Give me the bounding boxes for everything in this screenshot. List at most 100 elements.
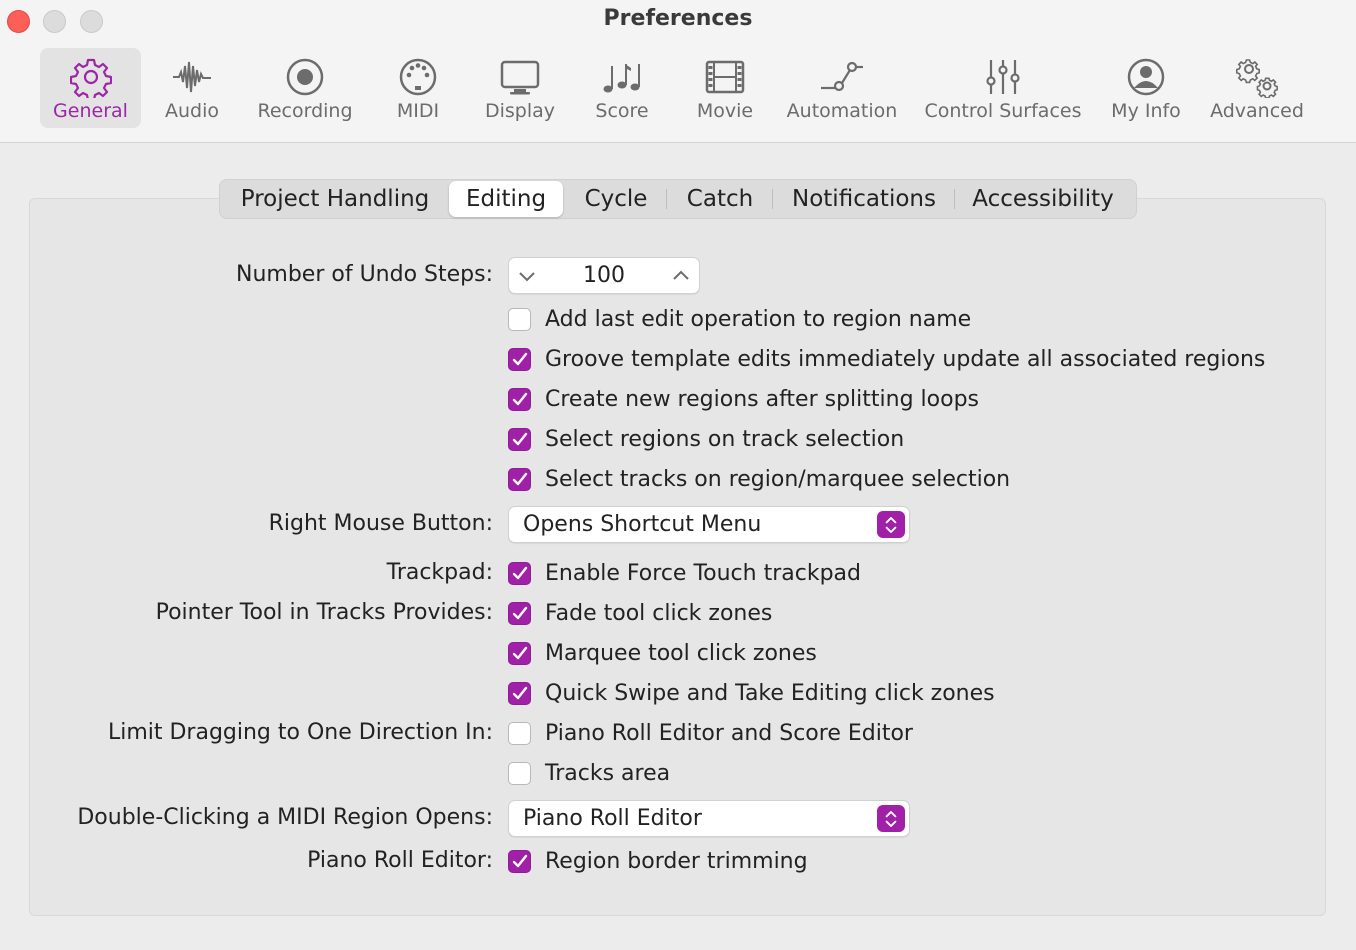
toolbar-label-control-surfaces: Control Surfaces — [924, 100, 1082, 122]
toolbar-item-automation[interactable]: Automation — [782, 48, 902, 128]
checkbox-region-border-trimming[interactable]: Region border trimming — [508, 848, 808, 874]
user-circle-icon — [1127, 58, 1165, 96]
checkbox-label: Quick Swipe and Take Editing click zones — [545, 680, 995, 706]
checkbox-label: Select regions on track selection — [545, 426, 905, 452]
checkbox-label: Add last edit operation to region name — [545, 306, 972, 332]
checkmark-icon — [512, 686, 528, 699]
waveform-icon — [173, 61, 211, 93]
tab-accessibility[interactable]: Accessibility — [961, 180, 1125, 218]
checkbox-tracks-area[interactable]: Tracks area — [508, 760, 670, 786]
toolbar-item-control-surfaces[interactable]: Control Surfaces — [918, 48, 1088, 128]
gear-icon — [69, 58, 112, 98]
toolbar-label-midi: MIDI — [396, 100, 440, 122]
checkbox-checked[interactable] — [508, 467, 531, 491]
checkmark-icon — [512, 854, 528, 867]
checkbox-unchecked[interactable] — [508, 721, 531, 745]
checkbox-label: Marquee tool click zones — [545, 640, 817, 666]
toolbar-label-score: Score — [595, 100, 649, 122]
toolbar-item-display[interactable]: Display — [475, 48, 565, 128]
checkbox-groove-template[interactable]: Groove template edits immediately update… — [508, 346, 1265, 372]
checkbox-label: Region border trimming — [545, 848, 808, 874]
checkbox-select-regions[interactable]: Select regions on track selection — [508, 426, 904, 452]
toolbar-item-my-info[interactable]: My Info — [1106, 48, 1186, 128]
checkbox-checked[interactable] — [508, 427, 531, 451]
checkbox-label: Tracks area — [545, 760, 671, 786]
toolbar-item-general[interactable]: General — [40, 48, 141, 128]
double-click-value: Piano Roll Editor — [523, 806, 702, 831]
checkbox-add-last-edit[interactable]: Add last edit operation to region name — [508, 306, 971, 332]
checkbox-checked[interactable] — [508, 387, 531, 411]
trackpad-label: Trackpad: — [386, 560, 493, 585]
checkbox-label: Select tracks on region/marquee selectio… — [545, 466, 1011, 492]
toolbar-label-recording: Recording — [257, 100, 353, 122]
checkbox-label: Enable Force Touch trackpad — [545, 560, 861, 586]
chevron-down-icon[interactable] — [517, 266, 537, 286]
tab-notifications[interactable]: Notifications — [780, 180, 948, 218]
toolbar-item-audio[interactable]: Audio — [152, 48, 232, 128]
toolbar-item-recording[interactable]: Recording — [250, 48, 360, 128]
tab-project-handling[interactable]: Project Handling — [224, 180, 446, 218]
toolbar-item-movie[interactable]: Movie — [686, 48, 764, 128]
monitor-icon — [500, 60, 540, 95]
toolbar-label-audio: Audio — [164, 100, 219, 122]
toolbar-label-movie: Movie — [696, 100, 754, 122]
toolbar-item-advanced[interactable]: Advanced — [1204, 48, 1310, 128]
toolbar-item-midi[interactable]: MIDI — [383, 48, 453, 128]
pointer-tool-label: Pointer Tool in Tracks Provides: — [155, 600, 493, 625]
popup-arrows-icon[interactable] — [877, 511, 905, 538]
double-click-label: Double-Clicking a MIDI Region Opens: — [77, 805, 493, 830]
right-mouse-popup[interactable]: Opens Shortcut Menu — [508, 506, 910, 543]
undo-steps-stepper[interactable]: 100 — [508, 257, 700, 294]
checkbox-create-new-regions[interactable]: Create new regions after splitting loops — [508, 386, 979, 412]
checkbox-unchecked[interactable] — [508, 761, 531, 785]
film-icon — [705, 60, 745, 94]
window-title: Preferences — [603, 6, 753, 31]
preferences-window: Preferences General Audio Recording MIDI… — [0, 0, 1356, 950]
undo-steps-label: Number of Undo Steps: — [236, 262, 493, 287]
right-mouse-label: Right Mouse Button: — [268, 511, 493, 536]
checkbox-checked[interactable] — [508, 561, 531, 585]
tab-cycle[interactable]: Cycle — [573, 180, 659, 218]
checkbox-checked[interactable] — [508, 601, 531, 625]
checkmark-icon — [512, 606, 528, 619]
gears-icon — [1236, 59, 1278, 98]
chevron-up-icon[interactable] — [671, 266, 691, 286]
checkbox-checked[interactable] — [508, 347, 531, 371]
checkbox-force-touch[interactable]: Enable Force Touch trackpad — [508, 560, 861, 586]
popup-arrows-icon[interactable] — [877, 805, 905, 832]
checkmark-icon — [512, 472, 528, 485]
checkbox-fade-tool[interactable]: Fade tool click zones — [508, 600, 772, 626]
toolbar-label-automation: Automation — [786, 100, 898, 122]
record-icon — [286, 58, 324, 96]
checkbox-unchecked[interactable] — [508, 307, 531, 331]
tab-divider — [954, 189, 955, 209]
checkmark-icon — [512, 352, 528, 365]
piano-roll-editor-label: Piano Roll Editor: — [307, 848, 493, 873]
toolbar-label-advanced: Advanced — [1210, 100, 1304, 122]
checkbox-label: Groove template edits immediately update… — [545, 346, 1266, 372]
checkbox-quick-swipe[interactable]: Quick Swipe and Take Editing click zones — [508, 680, 995, 706]
checkmark-icon — [512, 566, 528, 579]
checkbox-checked[interactable] — [508, 849, 531, 873]
checkbox-checked[interactable] — [508, 641, 531, 665]
undo-steps-value[interactable]: 100 — [549, 258, 659, 293]
checkbox-label: Piano Roll Editor and Score Editor — [545, 720, 913, 746]
music-notes-icon — [603, 64, 640, 93]
checkbox-select-tracks[interactable]: Select tracks on region/marquee selectio… — [508, 466, 1010, 492]
toolbar-label-general: General — [53, 100, 128, 122]
double-click-popup[interactable]: Piano Roll Editor — [508, 800, 910, 837]
toolbar-item-score[interactable]: Score — [584, 48, 660, 128]
right-mouse-value: Opens Shortcut Menu — [523, 512, 762, 537]
checkbox-checked[interactable] — [508, 681, 531, 705]
checkbox-marquee-tool[interactable]: Marquee tool click zones — [508, 640, 817, 666]
checkbox-piano-roll-score[interactable]: Piano Roll Editor and Score Editor — [508, 720, 913, 746]
tab-divider — [666, 189, 667, 209]
toolbar-label-display: Display — [484, 100, 556, 122]
tab-catch[interactable]: Catch — [673, 180, 767, 218]
automation-curve-icon — [821, 61, 863, 92]
checkmark-icon — [512, 432, 528, 445]
checkmark-icon — [512, 392, 528, 405]
checkbox-label: Create new regions after splitting loops — [545, 386, 980, 412]
tab-editing[interactable]: Editing — [449, 181, 563, 217]
checkbox-label: Fade tool click zones — [545, 600, 773, 626]
